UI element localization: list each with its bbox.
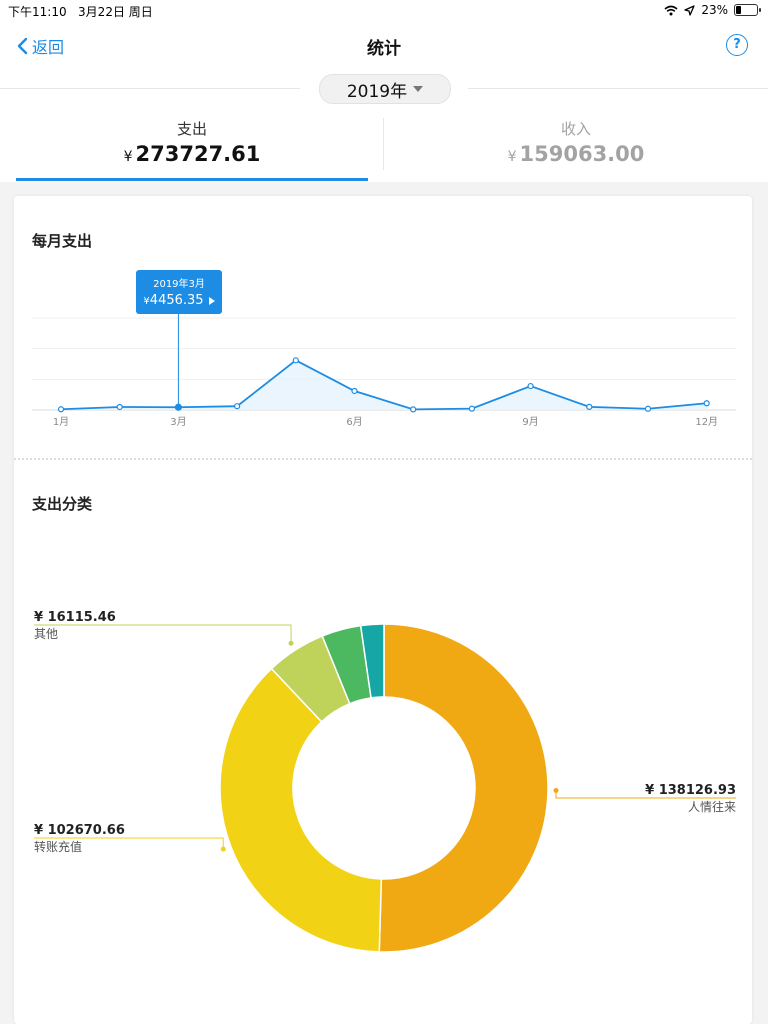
pie-label-currency: ¥: [34, 823, 44, 838]
pie-label-amount: 138126.93: [658, 783, 736, 798]
chart-canvas: 1月 3月 6月 9月 12月: [32, 314, 736, 953]
donut-slice: [378, 623, 549, 953]
x-tick-label: 9月: [522, 416, 538, 428]
pie-label-amount: 102670.66: [47, 823, 125, 838]
category-chart-title: 支出分类: [32, 495, 93, 513]
data-point: [527, 382, 534, 390]
pie-label-gift: ¥ 138126.93 人情往来: [645, 783, 736, 815]
play-arrow-icon: [208, 296, 215, 305]
data-point: [644, 405, 652, 412]
tooltip-amount: 4456.35: [149, 293, 204, 308]
pie-label-name: 转账充值: [34, 840, 83, 854]
data-point: [292, 357, 299, 364]
x-tick-label: 1月: [53, 416, 69, 428]
data-point: [234, 403, 241, 410]
pie-label-amount: 16115.46: [47, 610, 116, 625]
chart-tooltip: 2019年3月 ¥4456.35: [136, 270, 222, 314]
donut-slice: [219, 667, 383, 953]
data-point: [703, 400, 710, 407]
pie-label-other: ¥ 16115.46 其他: [34, 610, 116, 642]
tooltip-period: 2019年3月: [153, 279, 205, 290]
data-point: [57, 406, 65, 413]
category-donut-chart[interactable]: [34, 623, 736, 953]
x-tick-label: 3月: [170, 416, 186, 428]
tooltip-value: ¥4456.35: [136, 293, 222, 308]
section-separator: [14, 458, 752, 460]
monthly-line-chart[interactable]: 1月 3月 6月 9月 12月: [32, 314, 736, 428]
data-point: [468, 405, 475, 412]
pie-label-name: 人情往来: [687, 800, 736, 814]
area-fill: [61, 360, 707, 410]
data-point: [351, 387, 358, 395]
data-point: [116, 403, 123, 411]
data-point: [586, 403, 593, 410]
x-tick-label: 12月: [695, 416, 718, 428]
pie-label-name: 其他: [34, 627, 59, 641]
pie-label-currency: ¥: [645, 783, 655, 798]
pie-label-transfer: ¥ 102670.66 转账充值: [34, 823, 125, 855]
x-tick-label: 6月: [346, 416, 362, 428]
pie-label-currency: ¥: [34, 610, 44, 625]
data-point: [410, 406, 417, 413]
data-point: [174, 403, 182, 411]
